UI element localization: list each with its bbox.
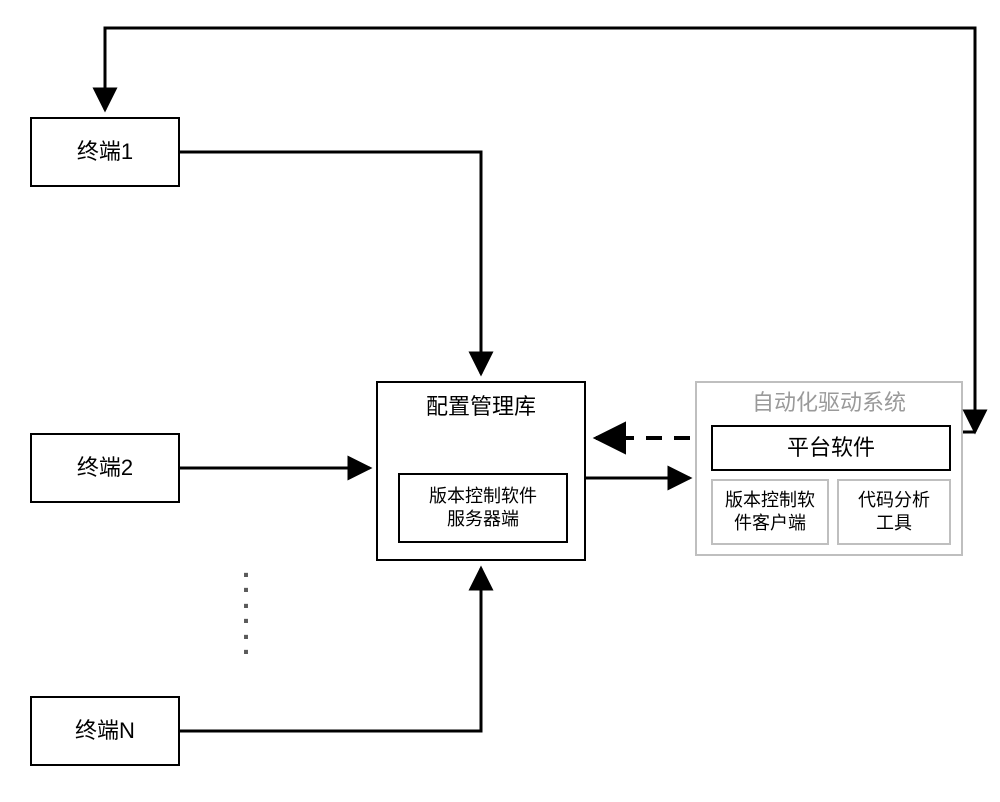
terminal-2-label: 终端2 xyxy=(77,454,133,483)
terminal-n-label: 终端N xyxy=(75,717,135,746)
arrow-terminaln-to-config xyxy=(180,568,481,731)
terminal-2-box: 终端2 xyxy=(30,433,180,503)
code-analysis-label: 代码分析 工具 xyxy=(858,489,930,536)
arrow-feedback-loop xyxy=(105,28,975,432)
vc-server-box: 版本控制软件 服务器端 xyxy=(398,473,568,543)
automation-system-box: 自动化驱动系统 平台软件 版本控制软 件客户端 代码分析 工具 xyxy=(695,381,963,556)
terminal-n-box: 终端N xyxy=(30,696,180,766)
automation-system-title: 自动化驱动系统 xyxy=(697,389,961,418)
terminal-1-label: 终端1 xyxy=(77,138,133,167)
config-repo-title: 配置管理库 xyxy=(378,393,584,422)
vc-server-label: 版本控制软件 服务器端 xyxy=(429,485,537,532)
code-analysis-box: 代码分析 工具 xyxy=(837,479,951,545)
platform-software-label: 平台软件 xyxy=(787,434,875,463)
diagram-stage: 终端1 终端2 ...... 终端N 配置管理库 版本控制软件 服务器端 自动化… xyxy=(0,0,1000,802)
platform-software-box: 平台软件 xyxy=(711,425,951,471)
terminal-1-box: 终端1 xyxy=(30,117,180,187)
vc-client-box: 版本控制软 件客户端 xyxy=(711,479,829,545)
vc-client-label: 版本控制软 件客户端 xyxy=(725,489,815,536)
ellipsis-dots: ...... xyxy=(236,560,256,652)
arrow-terminal1-to-config xyxy=(180,152,481,374)
config-repo-box: 配置管理库 版本控制软件 服务器端 xyxy=(376,381,586,561)
